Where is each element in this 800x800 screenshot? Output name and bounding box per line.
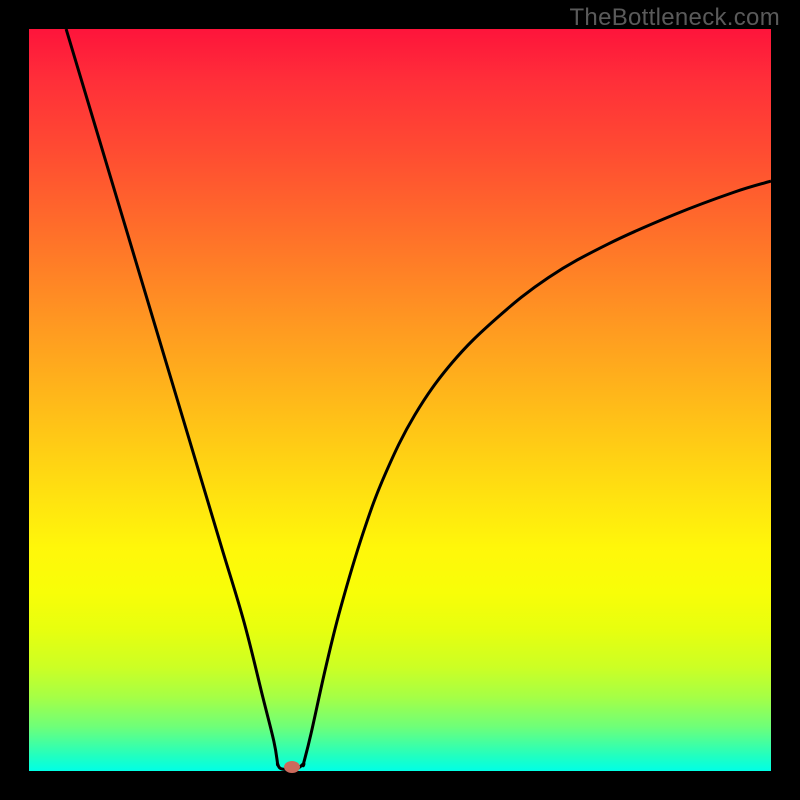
chart-frame: TheBottleneck.com — [0, 0, 800, 800]
bottleneck-curve — [29, 29, 771, 771]
minimum-marker — [284, 761, 300, 773]
plot-area — [29, 29, 771, 771]
watermark-text: TheBottleneck.com — [569, 4, 780, 32]
